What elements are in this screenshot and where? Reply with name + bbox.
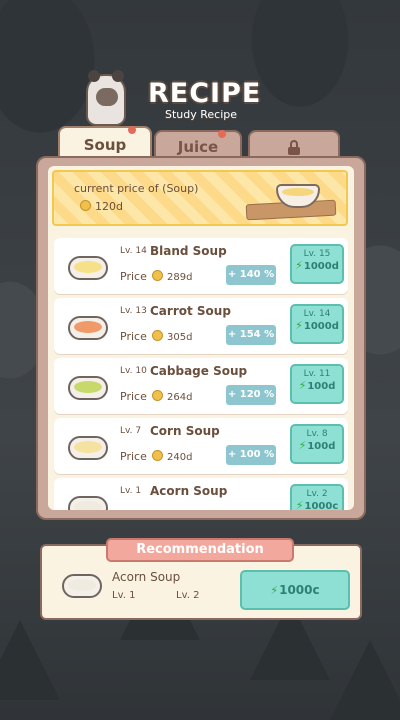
upgrade-cost: ⚡1000d (292, 259, 342, 272)
cabbage-soup-icon (68, 376, 108, 400)
coin-icon (152, 450, 163, 461)
upgrade-cost: ⚡1000c (292, 499, 342, 510)
lightning-icon: ⚡ (295, 319, 303, 332)
price-label: Price (120, 270, 147, 283)
recipe-price-value: 240d (167, 452, 193, 463)
upgrade-cost-value: 100d (307, 441, 336, 452)
next-level: Lv. 15 (303, 249, 331, 259)
carrot-soup-icon (68, 316, 108, 340)
coin-icon (152, 390, 163, 401)
lightning-icon: ⚡ (298, 379, 307, 392)
price-bonus-badge: + 120 % (226, 385, 276, 405)
price-label: Price (120, 390, 147, 403)
recipe-price: 264d (152, 390, 192, 403)
page-subtitle: Study Recipe (165, 108, 238, 121)
recipe-price-value: 264d (167, 392, 193, 403)
upgrade-button[interactable]: Lv. 15 ⚡1000d (290, 244, 344, 284)
next-level: Lv. 14 (303, 309, 331, 319)
recipe-level: Lv. 13 (120, 306, 147, 316)
price-label: Price (120, 450, 147, 463)
bland-soup-icon (68, 256, 108, 280)
tab-juice-label: Juice (177, 138, 219, 156)
acorn-soup-icon (62, 574, 102, 598)
recipe-price-value: 289d (167, 272, 193, 283)
upgrade-button[interactable]: Lv. 11 ⚡100d (290, 364, 344, 404)
tab-soup[interactable]: Soup (58, 126, 152, 160)
next-level: Lv. 8 (306, 429, 328, 439)
recipe-name: Cabbage Soup (150, 364, 248, 378)
recipe-name: Bland Soup (150, 244, 227, 258)
recommendation-title: Recommendation (106, 538, 294, 562)
recipe-row: Lv. 13 Carrot Soup Price 305d + 154 % Lv… (54, 298, 348, 354)
recipe-row: Lv. 10 Cabbage Soup Price 264d + 120 % L… (54, 358, 348, 414)
lightning-icon: ⚡ (270, 584, 279, 597)
upgrade-cost: ⚡100d (292, 379, 342, 392)
recipe-name: Carrot Soup (150, 304, 231, 318)
price-bonus-badge: + 154 % (226, 325, 276, 345)
acorn-soup-icon (68, 496, 108, 510)
coin-icon (152, 270, 163, 281)
price-bonus-badge: + 140 % (226, 265, 276, 285)
next-level: Lv. 11 (303, 369, 331, 379)
upgrade-button[interactable]: Lv. 2 ⚡1000c (290, 484, 344, 510)
recipe-price: 240d (152, 450, 192, 463)
lock-icon (288, 139, 300, 155)
upgrade-cost-value: 1000c (304, 501, 339, 510)
upgrade-cost: ⚡1000d (292, 319, 342, 332)
recipe-price: 305d (152, 330, 192, 343)
page-title: RECIPE (148, 78, 262, 109)
notification-dot (218, 130, 226, 138)
recipe-tabs: Soup Juice (58, 126, 346, 160)
panda-chef-avatar (86, 70, 126, 126)
upgrade-cost-value: 1000d (303, 321, 339, 332)
upgrade-cost-value: 100d (307, 381, 336, 392)
recipe-level: Lv. 1 (120, 486, 142, 496)
tree-decoration (0, 620, 60, 700)
current-price-value: 120d (80, 200, 123, 213)
lightning-icon: ⚡ (295, 259, 303, 272)
recipe-price-value: 305d (167, 332, 193, 343)
upgrade-button[interactable]: Lv. 14 ⚡1000d (290, 304, 344, 344)
recipe-price: 289d (152, 270, 192, 283)
upgrade-cost: ⚡100d (292, 439, 342, 452)
recipe-name: Corn Soup (150, 424, 220, 438)
upgrade-cost-value: 1000d (303, 261, 339, 272)
notification-dot (128, 126, 136, 134)
current-price-amount: 120d (95, 200, 123, 213)
price-label: Price (120, 330, 147, 343)
coin-icon (152, 330, 163, 341)
price-bonus-badge: + 100 % (226, 445, 276, 465)
recipe-panel: current price of (Soup) 120d Lv. 14 Blan… (36, 156, 366, 520)
current-price-label: current price of (Soup) (74, 182, 199, 195)
recipe-name: Acorn Soup (150, 484, 228, 498)
recommendation-cost: 1000c (279, 583, 320, 597)
corn-soup-icon (68, 436, 108, 460)
recommendation-current-level: Lv. 1 (112, 590, 136, 601)
recipe-level: Lv. 7 (120, 426, 142, 436)
recipe-header: RECIPE Study Recipe (0, 70, 400, 134)
recipe-level: Lv. 14 (120, 246, 147, 256)
recipe-panel-inner: current price of (Soup) 120d Lv. 14 Blan… (48, 166, 354, 510)
current-price-banner: current price of (Soup) 120d (52, 170, 348, 226)
coin-icon (80, 200, 91, 211)
lightning-icon: ⚡ (295, 499, 304, 510)
upgrade-button[interactable]: Lv. 8 ⚡100d (290, 424, 344, 464)
recipe-level: Lv. 10 (120, 366, 147, 376)
lightning-icon: ⚡ (298, 439, 307, 452)
tab-soup-label: Soup (83, 136, 127, 154)
recommendation-upgrade-button[interactable]: ⚡1000c (240, 570, 350, 610)
recipe-row: Lv. 1 Acorn Soup Lv. 2 ⚡1000c (54, 478, 348, 510)
next-level: Lv. 2 (306, 489, 328, 499)
recipe-row: Lv. 14 Bland Soup Price 289d + 140 % Lv.… (54, 238, 348, 294)
recipe-row: Lv. 7 Corn Soup Price 240d + 100 % Lv. 8… (54, 418, 348, 474)
tree-decoration (330, 640, 400, 720)
recommendation-name: Acorn Soup (112, 570, 181, 584)
recommendation-next-level: Lv. 2 (176, 590, 200, 601)
